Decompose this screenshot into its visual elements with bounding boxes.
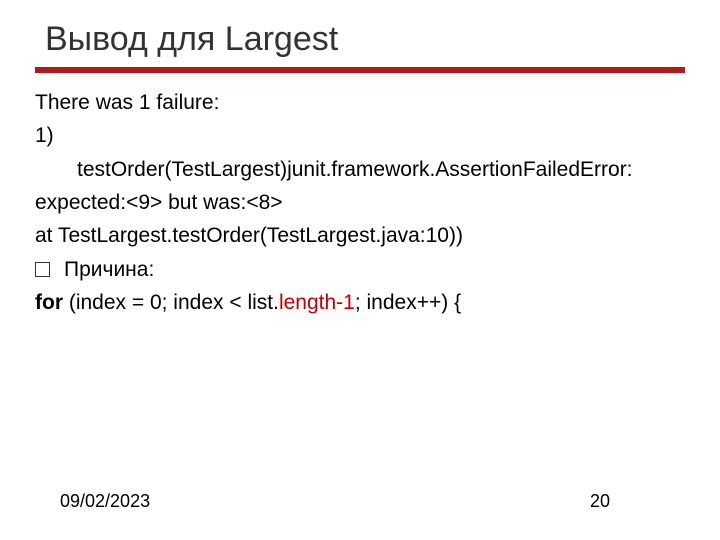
expected-line: expected:<9> but was:<8> [35, 189, 685, 217]
slide-content: There was 1 failure: 1) testOrder(TestLa… [35, 89, 685, 317]
footer-date: 09/02/2023 [60, 491, 150, 512]
code-highlight: length-1 [279, 291, 355, 314]
slide-title: Вывод для Largest [35, 20, 685, 67]
reason-row: Причина: [35, 256, 685, 284]
slide: Вывод для Largest There was 1 failure: 1… [0, 0, 720, 540]
title-underline [35, 67, 685, 73]
reason-label: Причина: [64, 256, 154, 284]
square-bullet-icon [35, 262, 50, 277]
failure-detail: testOrder(TestLargest)junit.framework.As… [35, 156, 685, 184]
code-part1: (index = 0; index < list. [63, 291, 279, 314]
failure-header: There was 1 failure: [35, 89, 685, 117]
keyword-for: for [35, 291, 63, 314]
list-number: 1) [35, 122, 685, 150]
code-part2: ; index++) { [355, 291, 461, 314]
code-line: for (index = 0; index < list.length-1; i… [35, 289, 685, 317]
slide-footer: 09/02/2023 20 [0, 491, 720, 512]
footer-page-number: 20 [590, 491, 660, 512]
stack-line: at TestLargest.testOrder(TestLargest.jav… [35, 222, 685, 250]
